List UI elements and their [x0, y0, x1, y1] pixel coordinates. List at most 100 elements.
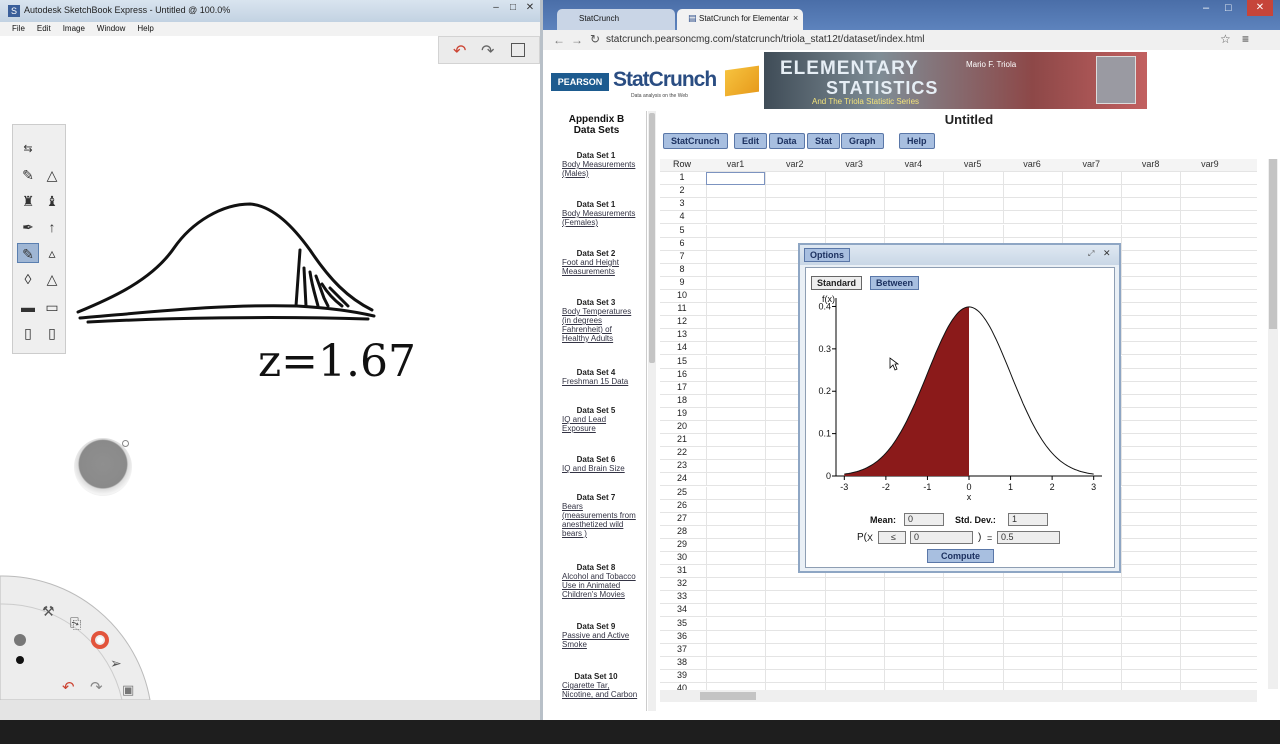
menu-image[interactable]: Image	[63, 24, 85, 33]
grid-cell[interactable]	[1121, 421, 1180, 434]
sc-menu-stat[interactable]: Stat	[807, 133, 841, 149]
grid-cell[interactable]	[883, 617, 943, 631]
grid-cell[interactable]	[1002, 211, 1062, 225]
grid-cell[interactable]	[1121, 355, 1180, 369]
grid-cell[interactable]	[765, 643, 824, 657]
grid-cell[interactable]	[1061, 211, 1121, 225]
dataset-link[interactable]: Body Measurements	[562, 160, 645, 169]
grid-cell[interactable]	[1180, 656, 1239, 670]
grid-cell[interactable]	[1121, 381, 1180, 395]
grid-cell[interactable]	[883, 604, 943, 618]
grid-cell[interactable]	[1180, 630, 1239, 644]
grid-cell[interactable]	[1180, 250, 1239, 264]
grid-cell[interactable]	[1121, 552, 1180, 565]
bookmark-star-icon[interactable]: ☆	[1220, 32, 1231, 46]
grid-cell[interactable]	[765, 185, 824, 199]
forward-icon[interactable]: →	[571, 33, 583, 47]
grid-cell[interactable]	[1061, 669, 1121, 683]
grid-cell[interactable]	[1121, 329, 1180, 343]
grid-cell[interactable]	[883, 656, 943, 670]
grid-cell[interactable]	[1121, 447, 1180, 461]
grid-cell[interactable]	[883, 630, 943, 644]
grid-cell[interactable]	[706, 578, 765, 592]
dataset-link[interactable]: Exposure	[562, 424, 645, 433]
grid-cell[interactable]	[1121, 211, 1180, 225]
dataset-link[interactable]: Passive and Active	[562, 631, 645, 640]
grid-cell[interactable]	[1180, 591, 1239, 605]
grid-cell[interactable]	[706, 250, 765, 264]
grid-cell[interactable]	[1121, 316, 1180, 330]
grid-cell[interactable]	[1121, 224, 1180, 238]
grid-cell[interactable]	[883, 643, 943, 657]
grid-cell[interactable]	[1121, 290, 1180, 303]
grid-cell[interactable]	[1121, 263, 1180, 277]
grid-cell[interactable]	[1180, 538, 1239, 552]
tab-close-icon[interactable]: ×	[793, 13, 798, 23]
grid-cell[interactable]	[1180, 565, 1239, 579]
palette-settings-icon[interactable]: ⇆	[19, 139, 37, 159]
dataset-link[interactable]: Smoke	[562, 640, 645, 649]
grid-cell[interactable]	[706, 565, 765, 579]
grid-cell[interactable]	[765, 172, 824, 186]
grid-cell[interactable]	[706, 381, 765, 395]
grid-cell[interactable]	[1002, 630, 1062, 644]
sc-menu-statcrunch[interactable]: StatCrunch	[663, 133, 728, 149]
grid-cell[interactable]	[824, 669, 884, 683]
grid-cell[interactable]	[1180, 211, 1239, 225]
grid-cell[interactable]	[1180, 421, 1239, 434]
grid-cell[interactable]	[883, 185, 943, 199]
grid-cell[interactable]	[943, 185, 1002, 199]
grid-cell[interactable]	[1061, 617, 1121, 631]
grid-cell[interactable]	[824, 617, 884, 631]
grid-hscrollbar[interactable]	[660, 690, 1257, 702]
grid-cell[interactable]	[1180, 329, 1239, 343]
dialog-expand-icon[interactable]: ⤢	[1088, 249, 1094, 259]
grid-cell[interactable]	[706, 185, 765, 199]
grid-cell[interactable]	[824, 211, 884, 225]
grid-cell[interactable]	[706, 303, 765, 317]
grid-cell[interactable]	[1121, 591, 1180, 605]
grid-cell[interactable]	[765, 211, 824, 225]
grid-cell[interactable]	[824, 656, 884, 670]
grid-cell[interactable]	[1180, 394, 1239, 408]
sidebar-scrollbar[interactable]	[648, 111, 656, 711]
grid-cell[interactable]	[706, 486, 765, 500]
grid-cell[interactable]	[1061, 578, 1121, 592]
pen-icon[interactable]: ✎	[19, 165, 37, 185]
grid-cell[interactable]	[1121, 538, 1180, 552]
dataset-link[interactable]: IQ and Brain Size	[562, 464, 645, 473]
grid-vscrollbar[interactable]	[1268, 159, 1278, 689]
grid-cell[interactable]	[1061, 604, 1121, 618]
grid-cell[interactable]	[706, 447, 765, 461]
grid-cell[interactable]	[1180, 381, 1239, 395]
grid-cell[interactable]	[943, 591, 1002, 605]
dataset-link[interactable]: anesthetized wild	[562, 520, 645, 529]
grid-cell[interactable]	[706, 552, 765, 565]
grid-cell[interactable]	[1180, 185, 1239, 199]
grid-cell[interactable]	[765, 617, 824, 631]
grid-cell[interactable]	[943, 198, 1002, 212]
dataset-link[interactable]: (in degrees	[562, 316, 645, 325]
grid-cell[interactable]	[1121, 407, 1180, 421]
grid-cell[interactable]	[943, 617, 1002, 631]
column-header[interactable]: var1	[706, 159, 765, 169]
menu-icon[interactable]: ≡	[1242, 32, 1249, 46]
grid-cell[interactable]	[706, 512, 765, 526]
grid-cell[interactable]	[1121, 669, 1180, 683]
column-header[interactable]: var9	[1180, 159, 1239, 169]
grid-cell[interactable]	[1180, 447, 1239, 461]
dataset-link[interactable]: Alcohol and Tobacco	[562, 572, 645, 581]
grid-cell[interactable]	[1180, 434, 1239, 448]
column-header[interactable]: var4	[884, 159, 943, 169]
browser-close-icon[interactable]: ✕	[1247, 0, 1273, 16]
grid-cell[interactable]	[883, 198, 943, 212]
grid-cell[interactable]	[1121, 643, 1180, 657]
grid-cell[interactable]	[1180, 198, 1239, 212]
grid-cell[interactable]	[1121, 630, 1180, 644]
grid-cell[interactable]	[706, 421, 765, 434]
grid-cell[interactable]	[1121, 499, 1180, 513]
grid-cell[interactable]	[824, 224, 884, 238]
grid-cell[interactable]	[706, 604, 765, 618]
grid-cell[interactable]	[1180, 669, 1239, 683]
grid-cell[interactable]	[706, 656, 765, 670]
